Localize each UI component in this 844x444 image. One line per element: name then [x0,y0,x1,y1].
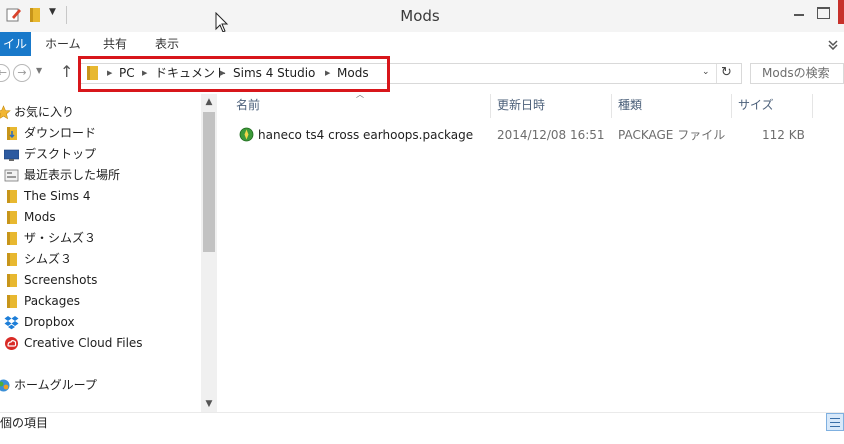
column-separator[interactable] [812,94,813,118]
creative-cloud-icon [5,337,18,350]
breadcrumb-separator-icon[interactable]: ▶ [325,66,330,81]
tab-file[interactable]: イル [0,32,31,56]
recent-places-icon [4,169,19,182]
status-bar [0,412,844,444]
recent-locations-icon[interactable]: ▼ [36,66,46,75]
breadcrumb-documents[interactable]: ドキュメント [155,66,227,81]
maximize-button[interactable] [812,2,838,22]
folder-icon [7,190,17,203]
address-separator [716,64,717,83]
dropbox-icon [4,316,19,330]
navigation-row: ← → ▼ ↑ ▶ PC ▶ ドキュメント ▶ Sims 4 Studio ▶ … [0,56,844,92]
column-separator[interactable] [490,94,491,118]
nav-item-creative-cloud-files[interactable]: Creative Cloud Files [0,333,200,354]
column-header-date[interactable]: 更新日時 [497,96,545,116]
breadcrumb-separator-icon[interactable]: ▶ [220,66,225,81]
nav-label: Creative Cloud Files [24,336,143,350]
nav-label: The Sims 4 [24,189,91,203]
column-separator[interactable] [731,94,732,118]
homegroup-icon [0,379,10,392]
tab-view[interactable]: 表示 [155,32,179,56]
nav-label: ホームグループ [14,378,97,392]
nav-label: ザ・シムズ３ [24,231,97,245]
breadcrumb-pc[interactable]: PC [119,66,135,81]
nav-label: Screenshots [24,273,98,287]
folder-icon [7,211,17,224]
window-title: Mods [400,7,440,25]
forward-button[interactable]: → [13,64,31,82]
close-button[interactable] [838,0,844,24]
nav-item-desktop[interactable]: デスクトップ [0,144,200,165]
tab-home[interactable]: ホーム [45,32,81,56]
nav-label: お気に入り [14,105,75,119]
status-item-count: 個の項目 [0,416,49,430]
nav-item-dropbox[interactable]: Dropbox [0,312,200,333]
download-folder-icon [7,127,17,140]
nav-item-packages[interactable]: Packages [0,291,200,312]
address-history-dropdown-icon[interactable]: ⌄ [702,67,710,77]
breadcrumb-separator-icon[interactable]: ▶ [107,66,112,81]
nav-label: Packages [24,294,80,308]
nav-item-homegroup[interactable]: ホームグループ [0,375,200,396]
properties-icon[interactable] [6,7,22,22]
file-type: PACKAGE ファイル [618,128,726,142]
file-name[interactable]: haneco ts4 cross earhoops.package [258,127,473,143]
nav-item-favorites[interactable]: お気に入り [0,102,200,123]
column-header-type[interactable]: 種類 [618,96,642,116]
details-view-button[interactable] [826,413,844,431]
nav-label: デスクトップ [24,147,97,161]
nav-label: ダウンロード [24,126,97,140]
desktop-icon [4,149,19,161]
new-folder-icon[interactable] [28,8,42,22]
nav-item-downloads[interactable]: ダウンロード [0,123,200,144]
nav-item-the-sims-3[interactable]: ザ・シムズ３ [0,228,200,249]
folder-icon [7,295,17,308]
qat-separator [66,6,67,24]
file-size: 112 KB [762,128,805,142]
nav-item-recent-places[interactable]: 最近表示した場所 [0,165,200,186]
column-header-size[interactable]: サイズ [738,96,774,116]
tab-share[interactable]: 共有 [103,32,127,56]
minimize-button[interactable] [786,2,812,22]
title-bar: ▼ Mods [0,0,844,33]
nav-item-screenshots[interactable]: Screenshots [0,270,200,291]
nav-item-sims-3[interactable]: シムズ３ [0,249,200,270]
scroll-up-icon[interactable]: ▲ [201,94,217,110]
sort-ascending-icon: ︿ [356,90,364,99]
nav-label: 最近表示した場所 [24,168,121,182]
star-icon [0,105,11,120]
nav-item-mods[interactable]: Mods [0,207,200,228]
qat-customize-icon[interactable]: ▼ [49,7,56,17]
mouse-cursor-icon [215,12,229,33]
nav-label: Mods [24,210,56,224]
breadcrumb-sims4studio[interactable]: Sims 4 Studio [233,66,315,81]
scroll-thumb[interactable] [203,112,215,252]
back-button[interactable]: ← [0,64,10,82]
folder-icon [7,232,17,245]
navigation-pane: お気に入り ダウンロード デスクトップ 最近表示した場所 The Sims 4 [0,92,217,412]
nav-label: Dropbox [24,315,75,329]
breadcrumb-mods[interactable]: Mods [337,66,369,81]
package-file-icon [239,127,254,142]
scroll-down-icon[interactable]: ▼ [201,396,217,412]
address-folder-icon [87,66,98,80]
refresh-button[interactable]: ↻ [721,65,732,80]
column-separator[interactable] [611,94,612,118]
up-arrow-icon[interactable]: ↑ [60,62,73,81]
nav-label: シムズ３ [24,252,73,266]
column-header-name[interactable]: 名前 [236,96,260,116]
nav-item-the-sims-4[interactable]: The Sims 4 [0,186,200,207]
ribbon-expand-icon[interactable] [826,38,840,50]
breadcrumb-separator-icon[interactable]: ▶ [142,66,147,81]
search-placeholder: Modsの検索 [762,66,830,80]
file-date: 2014/12/08 16:51 [497,128,605,142]
folder-icon [7,253,17,266]
ribbon-tabs: イル ホーム 共有 表示 [0,32,844,57]
folder-icon [7,274,17,287]
